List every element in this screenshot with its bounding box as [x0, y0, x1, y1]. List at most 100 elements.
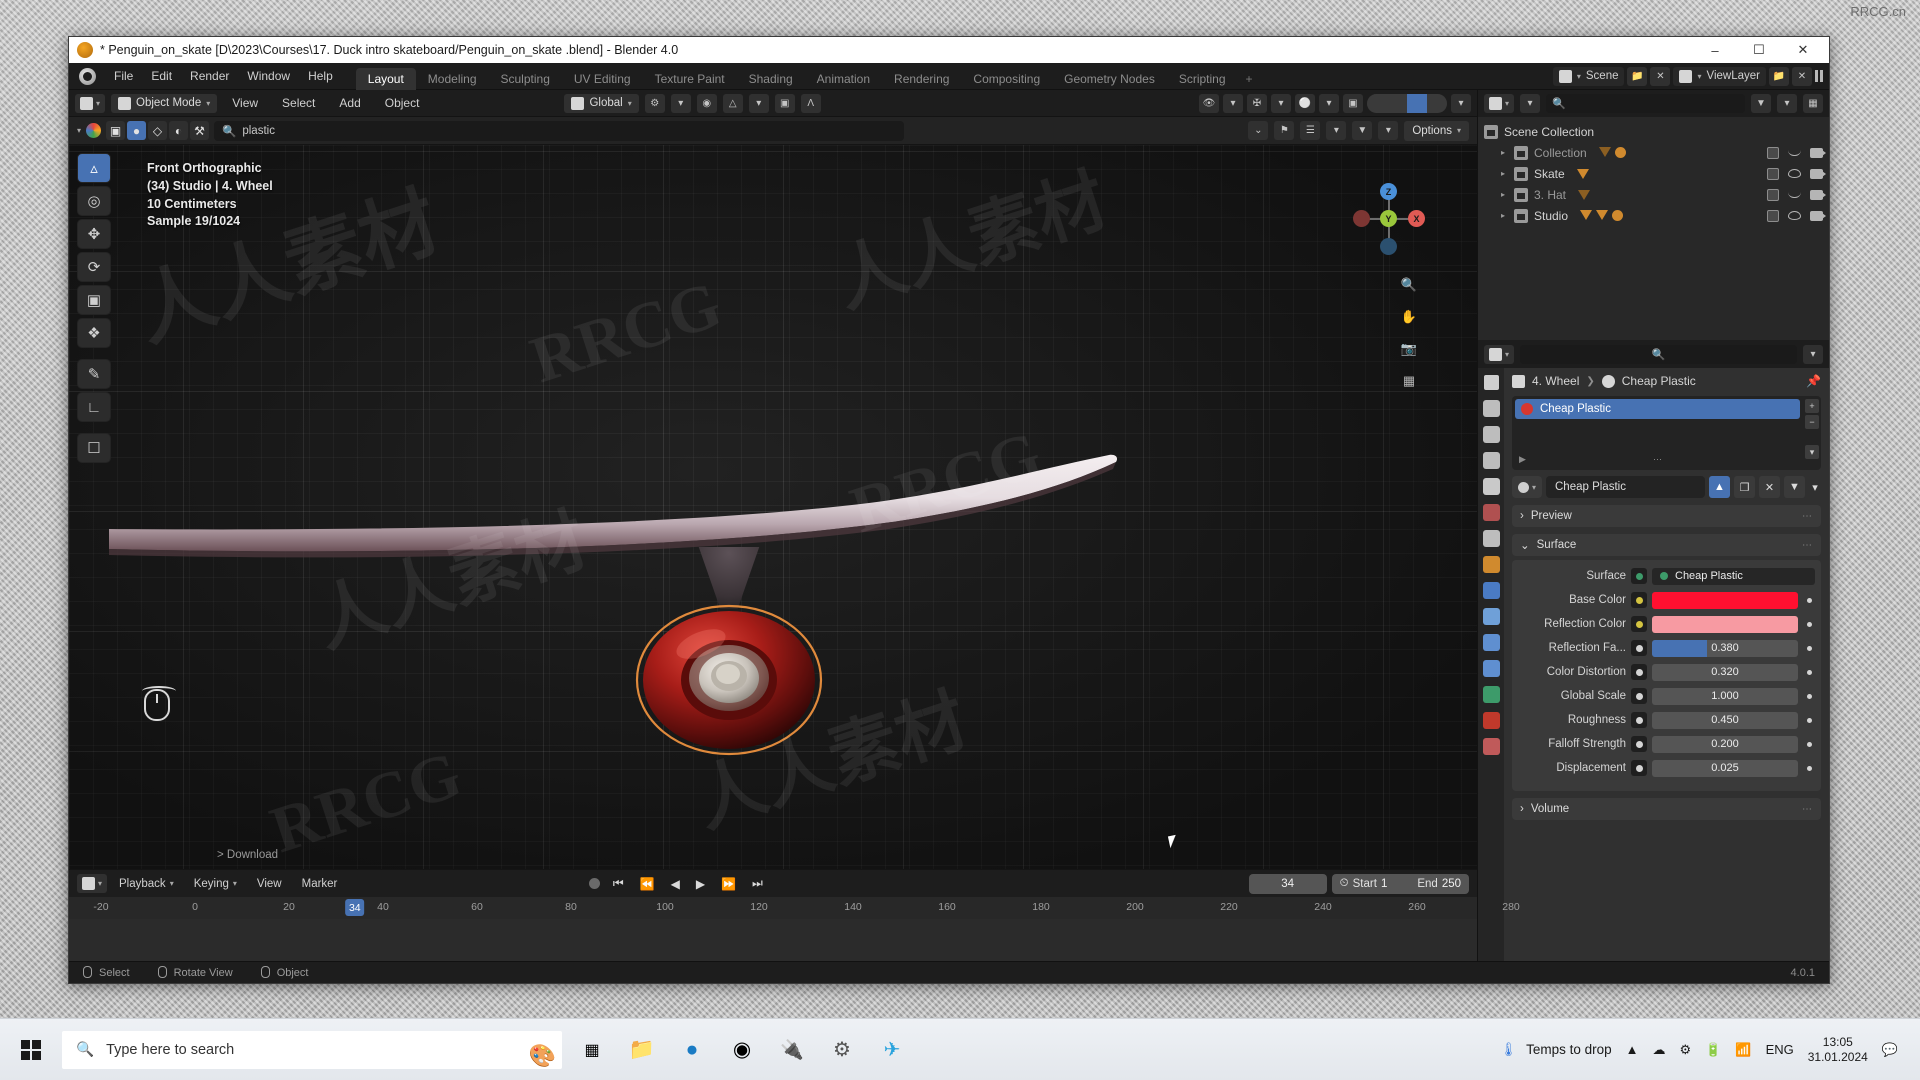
link-dropdown[interactable]: ▾: [1809, 476, 1821, 498]
display-grid-icon[interactable]: ▣: [106, 121, 126, 140]
shading-wireframe-icon[interactable]: [1367, 93, 1387, 113]
network-icon[interactable]: 📶: [1735, 1042, 1751, 1058]
camera-icon[interactable]: [1810, 210, 1826, 221]
viewport-menu-view[interactable]: View: [223, 92, 267, 114]
task-view-icon[interactable]: ▦: [572, 1030, 612, 1070]
shading-mode-group[interactable]: [1367, 93, 1447, 113]
timeline-menu-view[interactable]: View: [249, 874, 290, 894]
camera-view-icon[interactable]: 📷: [1397, 337, 1421, 361]
outliner-editor-type[interactable]: ▾: [1484, 94, 1515, 113]
outliner-row[interactable]: Scene Collection: [1478, 121, 1829, 142]
shading-material-preview-icon[interactable]: [1407, 93, 1427, 113]
tab-constraints-icon[interactable]: [1482, 660, 1500, 677]
tab-collection-icon[interactable]: [1482, 530, 1500, 547]
skateboard-wheel[interactable]: [629, 600, 829, 760]
menu-file[interactable]: File: [105, 63, 142, 90]
tab-output-icon[interactable]: [1482, 426, 1500, 443]
shading-solid-icon[interactable]: [1387, 93, 1407, 113]
unlink-scene-button[interactable]: ✕: [1650, 66, 1671, 86]
duplicate-material-button[interactable]: ❐: [1734, 476, 1755, 498]
node-input-socket[interactable]: [1631, 688, 1647, 704]
eye-icon[interactable]: [1788, 211, 1801, 220]
add-cube-tool[interactable]: ☐: [77, 433, 111, 463]
maximize-button[interactable]: ☐: [1737, 37, 1781, 63]
viewport-extra-button[interactable]: ▣: [774, 93, 795, 113]
tab-compositing[interactable]: Compositing: [961, 68, 1052, 90]
properties-search-input[interactable]: 🔍: [1520, 344, 1797, 364]
chrome-browser-icon[interactable]: ◉: [722, 1030, 762, 1070]
move-tool[interactable]: ✥: [77, 219, 111, 249]
tab-view-layer-icon[interactable]: [1482, 452, 1500, 469]
play-reverse-button[interactable]: ◀: [668, 877, 683, 891]
menu-window[interactable]: Window: [238, 63, 299, 90]
battery-icon[interactable]: 🔋: [1705, 1042, 1721, 1058]
current-frame-field[interactable]: 34: [1248, 873, 1327, 894]
annotate-tool[interactable]: ✎: [77, 359, 111, 389]
scale-tool[interactable]: ▣: [77, 285, 111, 315]
animate-property-dot[interactable]: [1803, 714, 1815, 726]
show-hidden-icons-chevron-icon[interactable]: ▲: [1626, 1042, 1639, 1057]
onedrive-icon[interactable]: ☁: [1653, 1042, 1666, 1058]
camera-icon[interactable]: [1810, 168, 1826, 179]
timeline-menu-playback[interactable]: Playback ▾: [111, 874, 182, 894]
cursor-tool[interactable]: ◎: [77, 186, 111, 216]
minimize-button[interactable]: –: [1693, 37, 1737, 63]
display-mode-dropdown[interactable]: ▾: [1520, 94, 1541, 113]
checkbox-icon[interactable]: [1767, 167, 1779, 180]
weather-widget[interactable]: 🌡 Temps to drop: [1500, 1042, 1612, 1058]
interaction-mode-selector[interactable]: Object Mode ▾: [111, 93, 218, 113]
animate-property-dot[interactable]: [1803, 618, 1815, 630]
property-value-field[interactable]: Cheap Plastic: [1652, 567, 1815, 585]
remove-material-slot-button[interactable]: −: [1805, 415, 1819, 429]
eye-closed-icon[interactable]: [1788, 150, 1801, 156]
properties-editor-type[interactable]: ▾: [1484, 344, 1515, 364]
outliner-row[interactable]: ▸ 3. Hat: [1478, 184, 1829, 205]
record-icon[interactable]: [588, 878, 600, 889]
gizmo-axis-y[interactable]: Y: [1380, 210, 1397, 227]
panel-surface[interactable]: ⌄ Surface ⋯: [1512, 534, 1821, 556]
material-name-field[interactable]: Cheap Plastic: [1546, 476, 1705, 498]
annotation-toggle[interactable]: Λ: [800, 93, 821, 113]
next-keyframe-button[interactable]: ⏩: [718, 877, 739, 891]
property-slider[interactable]: 1.000: [1652, 687, 1798, 705]
overlays-dropdown[interactable]: ▾: [1319, 93, 1339, 113]
timeline-menu-keying[interactable]: Keying ▾: [186, 874, 245, 894]
node-input-socket[interactable]: [1631, 616, 1647, 632]
start-button[interactable]: [10, 1029, 52, 1071]
property-slider[interactable]: 0.380: [1652, 639, 1798, 657]
file-explorer-icon[interactable]: 📁: [622, 1030, 662, 1070]
checkbox-icon[interactable]: [1767, 209, 1779, 222]
node-input-socket[interactable]: [1631, 760, 1647, 776]
end-value[interactable]: 250: [1442, 878, 1461, 890]
usb-device-icon[interactable]: 🔌: [772, 1030, 812, 1070]
property-slider[interactable]: 0.200: [1652, 735, 1798, 753]
tab-scripting[interactable]: Scripting: [1167, 68, 1238, 90]
gizmo-toggle-icon[interactable]: ✠: [1247, 93, 1267, 113]
sort-dropdown[interactable]: ▾: [1326, 121, 1347, 140]
timeline-track[interactable]: [69, 919, 1477, 961]
timeline-menu-marker[interactable]: Marker: [294, 874, 346, 894]
sort-icon[interactable]: ☰: [1300, 121, 1321, 140]
filter-dropdown[interactable]: ▾: [1378, 121, 1399, 140]
close-button[interactable]: ✕: [1781, 37, 1825, 63]
tab-material-icon[interactable]: [1482, 712, 1500, 729]
fake-user-button[interactable]: ▲: [1709, 476, 1730, 498]
frame-range-field[interactable]: ⏲ Start 1 End 250: [1331, 873, 1469, 894]
tab-sculpting[interactable]: Sculpting: [489, 68, 562, 90]
search-input[interactable]: 🔍 plastic: [214, 120, 905, 141]
animate-property-dot[interactable]: [1803, 642, 1815, 654]
xray-toggle-icon[interactable]: ▣: [1343, 93, 1363, 113]
falloff-dropdown[interactable]: ▾: [748, 93, 769, 113]
gizmo-dropdown[interactable]: ▾: [1271, 93, 1291, 113]
tab-uv-editing[interactable]: UV Editing: [562, 68, 643, 90]
tab-render-icon[interactable]: [1482, 400, 1500, 417]
chevron-down-icon[interactable]: ▾: [77, 126, 81, 135]
checkbox-icon[interactable]: [1767, 146, 1779, 159]
outliner-filter-dropdown[interactable]: ▾: [1777, 94, 1797, 113]
pause-render-icon[interactable]: [1815, 70, 1823, 82]
editor-type-selector[interactable]: ▾: [75, 93, 106, 113]
tab-particles-icon[interactable]: [1482, 608, 1500, 625]
unlink-material-button[interactable]: ✕: [1759, 476, 1780, 498]
node-input-socket[interactable]: [1631, 640, 1647, 656]
rotate-tool[interactable]: ⟳: [77, 252, 111, 282]
